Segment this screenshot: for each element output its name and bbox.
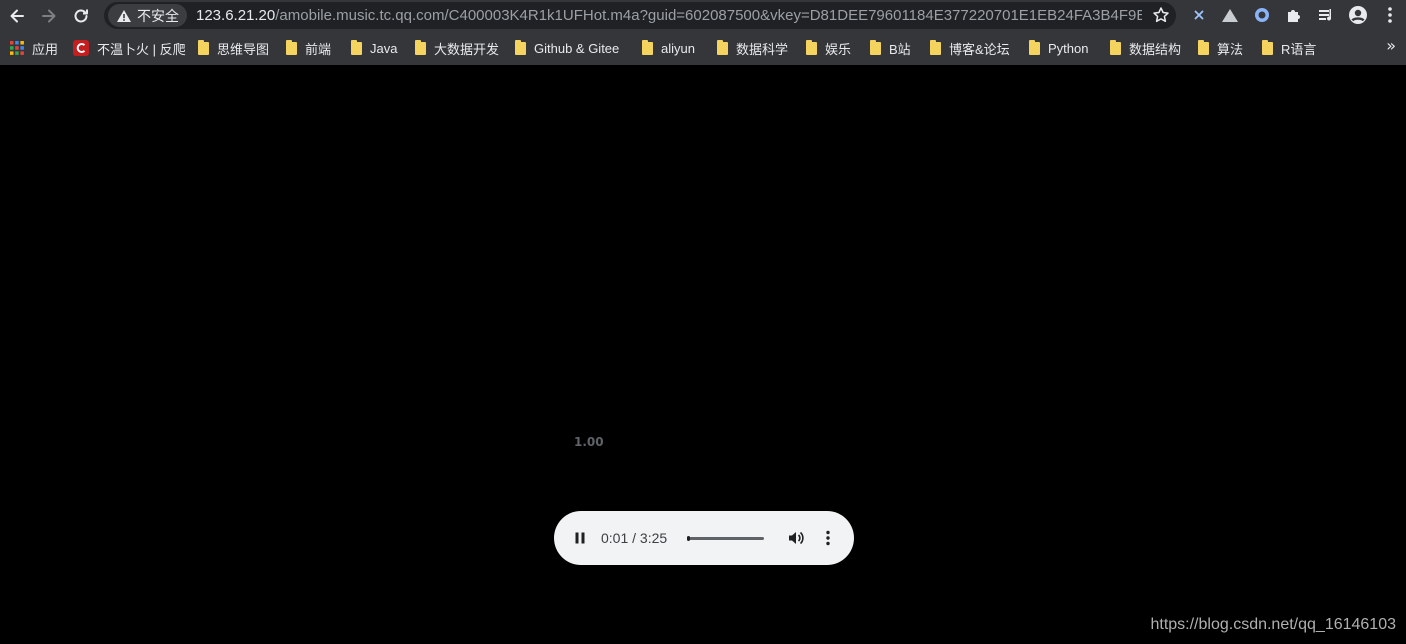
folder-icon [1110,39,1121,55]
star-icon [1153,7,1169,23]
pause-button[interactable] [569,527,591,549]
audio-player: 0:01 / 3:25 [554,511,854,565]
bookmark-star-button[interactable] [1152,6,1170,29]
bookmark-label: 应用 [32,41,59,57]
bookmark-folder[interactable]: 娱乐 [806,39,851,57]
browser-menu-button[interactable] [1380,5,1400,25]
volume-icon [789,531,804,545]
bookmark-csdn[interactable]: 不温卜火 | 反爬 [73,39,186,57]
watermark: https://blog.csdn.net/qq_16146103 [1150,616,1396,633]
bookmark-folder[interactable]: 思维导图 [198,39,269,57]
bookmark-folder[interactable]: aliyun [642,39,695,57]
back-button[interactable] [4,3,30,29]
bookmark-folder[interactable]: 大数据开发 [415,39,499,57]
extension-ring-button[interactable] [1252,5,1272,25]
bookmark-label: R语言 [1281,41,1317,57]
warning-icon [117,9,131,22]
folder-icon [930,39,941,55]
bookmark-label: 数据科学 [736,41,789,57]
bookmark-folder[interactable]: R语言 [1262,39,1316,57]
page-viewport: 1.00 0:01 / 3:25 https://blog.csdn.net/q… [0,65,1406,644]
bookmark-label: 大数据开发 [434,41,500,57]
bookmark-label: 前端 [305,41,332,57]
bookmark-label: 数据结构 [1129,41,1182,57]
bookmark-label: 娱乐 [825,41,852,57]
more-vert-icon [1388,7,1392,23]
url-text[interactable]: 123.6.21.20/amobile.music.tc.qq.com/C400… [196,7,1142,24]
folder-icon [642,39,653,55]
folder-icon [806,39,817,55]
puzzle-icon [1288,10,1300,22]
arrow-left-icon [10,9,24,23]
folder-icon [870,39,881,55]
security-indicator[interactable]: 不安全 [108,4,187,27]
url-host: 123.6.21.20 [196,7,276,24]
bookmark-label: 算法 [1217,41,1244,57]
media-options-button[interactable] [817,527,839,549]
bookmark-folder[interactable]: Java [351,39,397,57]
bookmark-label: 不温卜火 | 反爬 [97,41,186,57]
mountain-icon [1222,9,1238,22]
media-control-button[interactable] [1316,5,1336,25]
bookmark-folder[interactable]: Github & Gitee [515,39,619,57]
bookmark-apps[interactable]: 应用 [10,39,58,57]
account-icon [1349,6,1367,24]
bookmark-folder[interactable]: Python [1029,39,1088,57]
bookmark-label: Python [1048,40,1089,56]
folder-icon [286,39,297,55]
url-path: /amobile.music.tc.qq.com/C400003K4R1k1UF… [275,7,1142,24]
ring-icon [1255,8,1269,22]
bookmarks-bar: 应用 不温卜火 | 反爬 思维导图 前端 Java 大数据开发 Github &… [0,31,1406,65]
browser-toolbar: 不安全 123.6.21.20/amobile.music.tc.qq.com/… [0,0,1406,31]
folder-icon [1198,39,1209,55]
bookmark-label: 思维导图 [217,41,270,57]
reload-icon [74,9,88,23]
bookmarks-overflow-button[interactable]: » [1386,36,1396,55]
folder-icon [717,39,728,55]
seek-bar[interactable] [687,536,764,541]
csdn-icon [73,40,89,56]
bookmark-label: Github & Gitee [534,40,620,56]
playback-rate-overlay: 1.00 [574,435,604,449]
bookmark-label: 博客&论坛 [949,41,1010,57]
more-vert-icon [826,530,830,546]
bookmark-label: aliyun [661,40,695,56]
extension-mountain-button[interactable] [1220,5,1240,25]
volume-button[interactable] [785,527,807,549]
apps-grid-icon [10,41,24,55]
folder-icon [198,39,209,55]
extension-x-button[interactable] [1189,5,1209,25]
extension-x-icon [1194,10,1204,20]
arrow-right-icon [42,9,56,23]
address-bar[interactable]: 不安全 123.6.21.20/amobile.music.tc.qq.com/… [104,2,1176,29]
folder-icon [515,39,526,55]
playlist-icon [1319,9,1332,21]
folder-icon [1029,39,1040,55]
security-label: 不安全 [137,7,179,24]
bookmark-folder[interactable]: 算法 [1198,39,1243,57]
bookmark-folder[interactable]: 博客&论坛 [930,39,1010,57]
bookmark-folder[interactable]: 前端 [286,39,331,57]
bookmark-label: Java [370,40,398,56]
reload-button[interactable] [68,3,94,29]
bookmark-folder[interactable]: 数据结构 [1110,39,1181,57]
time-display: 0:01 / 3:25 [601,530,668,546]
folder-icon [415,39,426,55]
bookmark-folder[interactable]: B站 [870,39,911,57]
bookmark-folder[interactable]: 数据科学 [717,39,788,57]
extensions-button[interactable] [1284,5,1304,25]
pause-icon [575,532,585,544]
folder-icon [351,39,362,55]
bookmark-label: B站 [889,41,911,57]
forward-button[interactable] [36,3,62,29]
seek-progress [687,536,691,541]
profile-button[interactable] [1348,5,1368,25]
folder-icon [1262,39,1273,55]
